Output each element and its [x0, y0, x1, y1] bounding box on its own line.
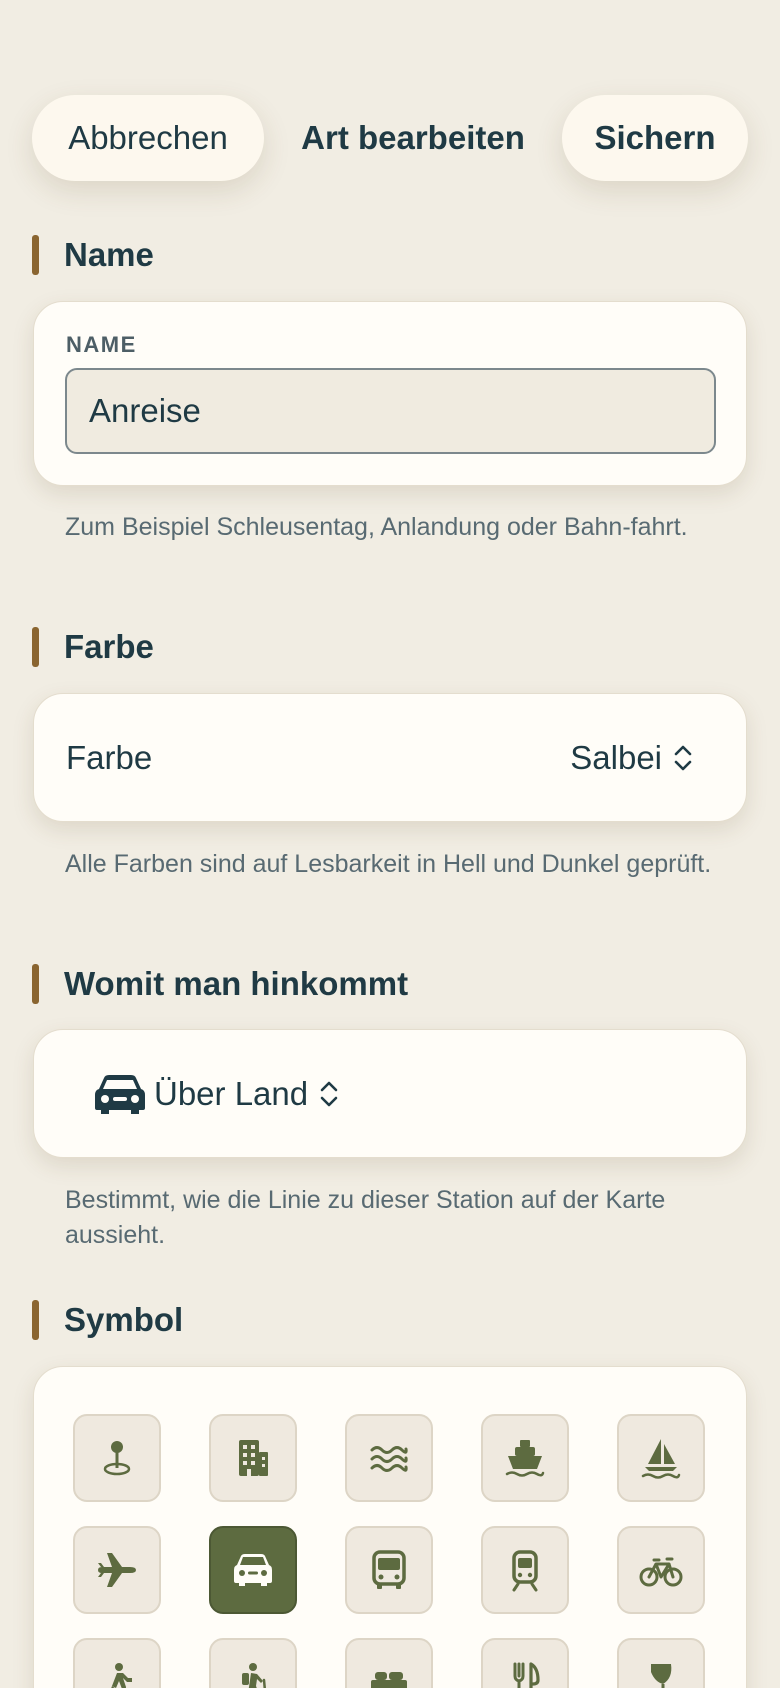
transport-card: Über Land — [33, 1029, 747, 1158]
section-title-symbol: Symbol — [64, 1301, 184, 1338]
name-hint: Zum Beispiel Schleusentag, Anlandung ode… — [65, 513, 688, 541]
name-card: NAME — [33, 301, 747, 486]
section-title-transport: Womit man hinkommt — [64, 965, 409, 1002]
sailboat-icon — [641, 1439, 681, 1479]
symbol-option-sailboat[interactable] — [617, 1414, 705, 1502]
symbol-option-water[interactable] — [345, 1414, 433, 1502]
bicycle-icon — [639, 1557, 683, 1587]
ferry-icon — [505, 1440, 545, 1477]
pin-icon — [103, 1441, 131, 1476]
transport-picker[interactable]: Über Land — [92, 1030, 340, 1158]
symbol-option-pin[interactable] — [73, 1414, 161, 1502]
symbol-option-hiking[interactable] — [209, 1638, 297, 1688]
edit-type-screen: Abbrechen Art bearbeiten Sichern Name NA… — [0, 0, 780, 1688]
water-icon — [370, 1446, 408, 1472]
car-icon — [234, 1554, 272, 1586]
symbol-option-wine[interactable] — [617, 1638, 705, 1688]
symbol-card — [33, 1366, 747, 1688]
restaurant-icon — [513, 1662, 540, 1688]
symbol-option-airplane[interactable] — [73, 1526, 161, 1614]
bus-icon — [372, 1550, 406, 1589]
section-accent-bar — [32, 1300, 39, 1340]
section-header-transport: Womit man hinkommt — [32, 963, 408, 1005]
name-input[interactable] — [65, 368, 716, 454]
section-accent-bar — [32, 964, 39, 1004]
cancel-button[interactable]: Abbrechen — [32, 95, 264, 181]
section-header-name: Name — [32, 234, 154, 276]
symbol-option-car[interactable] — [209, 1526, 297, 1614]
color-hint: Alle Farben sind auf Lesbarkeit in Hell … — [65, 850, 712, 878]
section-title-color: Farbe — [64, 628, 154, 665]
symbol-option-restaurant[interactable] — [481, 1638, 569, 1688]
color-row-label: Farbe — [66, 739, 153, 776]
symbol-option-bed[interactable] — [345, 1638, 433, 1688]
section-accent-bar — [32, 627, 39, 667]
transport-hint: Bestimmt, wie die Linie zu dieser Statio… — [65, 1186, 666, 1249]
bed-icon — [371, 1672, 407, 1688]
car-icon — [92, 1072, 148, 1116]
chevron-up-down-icon — [318, 1079, 340, 1109]
airplane-icon — [98, 1553, 136, 1587]
walking-icon — [111, 1663, 132, 1688]
page-title: Art bearbeiten — [301, 119, 525, 156]
section-header-symbol: Symbol — [32, 1299, 183, 1341]
color-card: Farbe Salbei — [33, 693, 747, 822]
symbol-option-ferry[interactable] — [481, 1414, 569, 1502]
section-title-name: Name — [64, 236, 154, 273]
symbol-option-bicycle[interactable] — [617, 1526, 705, 1614]
tram-icon — [512, 1550, 538, 1592]
chevron-up-down-icon — [672, 743, 694, 773]
section-header-color: Farbe — [32, 626, 154, 668]
wine-icon — [651, 1664, 672, 1688]
color-picker[interactable]: Salbei — [570, 694, 694, 822]
symbol-option-walking[interactable] — [73, 1638, 161, 1688]
symbol-option-tram[interactable] — [481, 1526, 569, 1614]
building-icon — [239, 1440, 268, 1476]
symbol-option-building[interactable] — [209, 1414, 297, 1502]
color-picker-value: Salbei — [570, 739, 662, 776]
hiking-icon — [242, 1663, 266, 1688]
name-field-label: NAME — [66, 332, 137, 357]
save-button[interactable]: Sichern — [562, 95, 748, 181]
transport-picker-value: Über Land — [154, 1075, 309, 1112]
section-accent-bar — [32, 235, 39, 275]
symbol-option-bus[interactable] — [345, 1526, 433, 1614]
